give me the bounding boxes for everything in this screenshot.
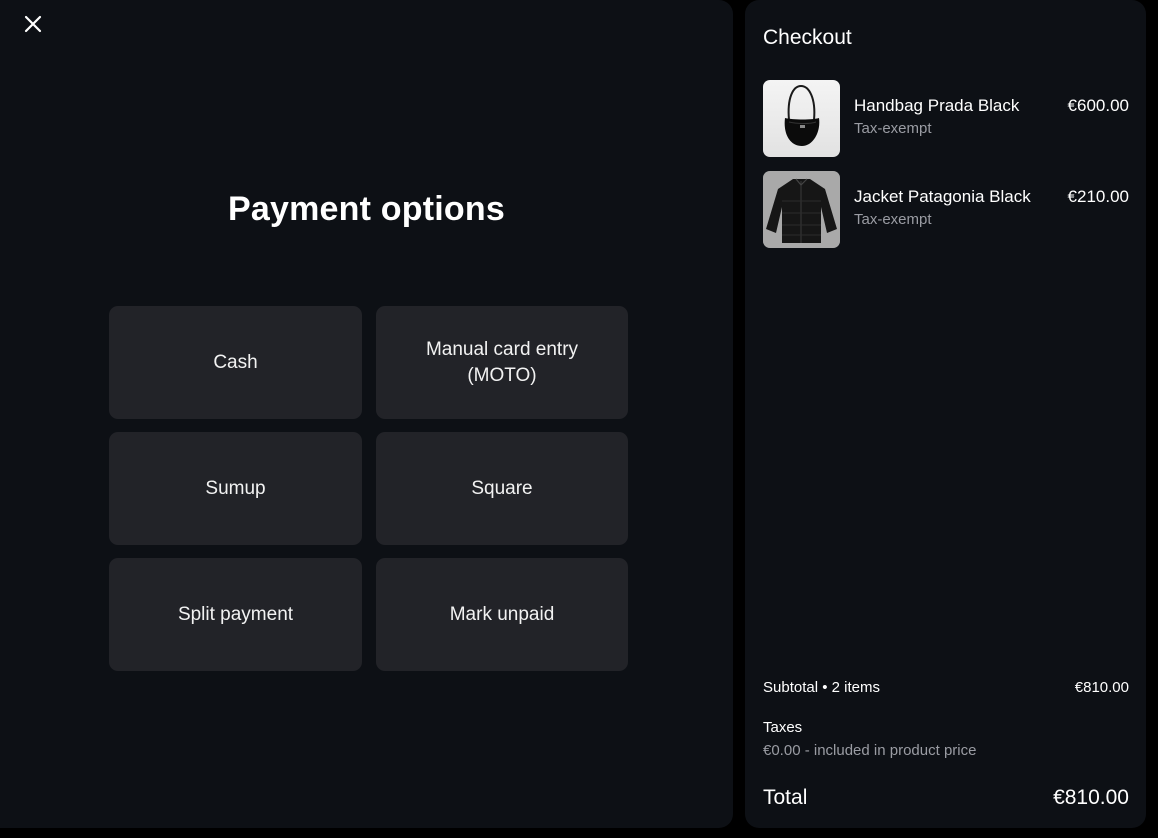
total-label: Total [763, 786, 808, 809]
item-tax-status: Tax-exempt [854, 211, 932, 228]
manual-card-entry-button[interactable]: Manual card entry (MOTO) [376, 306, 628, 419]
checkout-title: Checkout [763, 26, 852, 49]
page-title: Payment options [228, 190, 505, 228]
checkout-panel: Checkout Handbag Prada Black Tax-exempt … [745, 0, 1146, 828]
payment-options-panel: Payment options Cash Manual card entry (… [0, 0, 733, 828]
close-icon [24, 15, 42, 33]
payment-options-grid: Cash Manual card entry (MOTO) Sumup Squa… [109, 306, 628, 671]
square-button[interactable]: Square [376, 432, 628, 545]
close-button[interactable] [18, 9, 48, 39]
item-tax-status: Tax-exempt [854, 120, 932, 137]
item-name: Handbag Prada Black [854, 96, 1020, 115]
item-price: €210.00 [1067, 187, 1129, 206]
cart-item[interactable]: Handbag Prada Black Tax-exempt €600.00 [763, 80, 1129, 157]
mark-unpaid-button[interactable]: Mark unpaid [376, 558, 628, 671]
taxes-label: Taxes [763, 719, 803, 736]
total-value: €810.00 [1053, 786, 1129, 809]
cash-button[interactable]: Cash [109, 306, 362, 419]
subtotal-label: Subtotal • 2 items [763, 679, 880, 696]
jacket-thumbnail [763, 171, 840, 248]
item-name: Jacket Patagonia Black [854, 187, 1031, 206]
taxes-note: €0.00 - included in product price [763, 742, 977, 759]
sumup-button[interactable]: Sumup [109, 432, 362, 545]
split-payment-button[interactable]: Split payment [109, 558, 362, 671]
subtotal-value: €810.00 [1074, 679, 1129, 696]
cart-item[interactable]: Jacket Patagonia Black Tax-exempt €210.0… [763, 171, 1129, 248]
handbag-thumbnail [763, 80, 840, 157]
item-price: €600.00 [1067, 96, 1129, 115]
